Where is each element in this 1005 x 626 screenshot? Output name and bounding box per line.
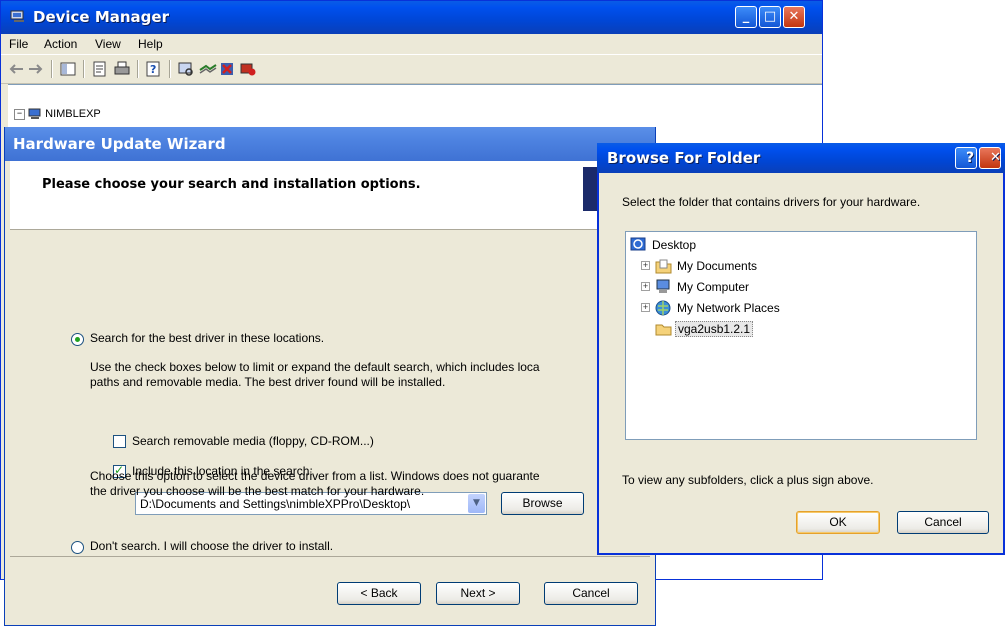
device-manager-icon xyxy=(10,10,24,22)
removable-media-label[interactable]: Search removable media (floppy, CD-ROM..… xyxy=(132,434,374,448)
browse-dialog-title: Browse For Folder xyxy=(607,149,761,167)
device-manager-title: Device Manager xyxy=(33,8,169,26)
show-hide-tree-icon[interactable] xyxy=(59,61,77,77)
collapse-icon[interactable]: − xyxy=(14,108,25,120)
browse-dialog-title-bar[interactable]: Browse For Folder ? ✕ xyxy=(597,143,1005,173)
browse-for-folder-dialog: Browse For Folder ? ✕ Select the folder … xyxy=(597,143,1005,555)
minimize-icon: _ xyxy=(742,9,750,24)
removable-media-checkbox[interactable] xyxy=(113,435,126,448)
search-option-desc-line1: Use the check boxes below to limit or ex… xyxy=(90,360,540,374)
my-documents-icon xyxy=(655,259,672,274)
desktop-icon xyxy=(630,237,646,251)
toolbar: ? xyxy=(1,55,822,84)
menu-help[interactable]: Help xyxy=(138,37,163,51)
folder-tree[interactable]: Desktop + My Documents + My Computer + M… xyxy=(625,231,977,440)
tree-item-label: My Computer xyxy=(677,280,750,294)
dont-search-label[interactable]: Don't search. I will choose the driver t… xyxy=(90,539,333,553)
my-computer-icon xyxy=(656,279,670,293)
forward-arrow-icon[interactable] xyxy=(27,61,45,77)
hardware-update-wizard: Hardware Update Wizard Please choose you… xyxy=(4,127,656,626)
tree-root-label: NIMBLEXP xyxy=(45,108,101,120)
menu-bar: File Action View Help xyxy=(1,34,822,55)
wizard-body: Search for the best driver in these loca… xyxy=(10,230,650,554)
menu-action[interactable]: Action xyxy=(44,37,77,51)
tree-item-label: My Documents xyxy=(677,259,758,273)
radio-selected-dot xyxy=(75,337,80,342)
back-arrow-icon[interactable] xyxy=(7,61,25,77)
uninstall-icon[interactable] xyxy=(219,61,237,77)
wizard-header: Please choose your search and installati… xyxy=(10,161,650,230)
help-button[interactable]: ? xyxy=(955,147,977,169)
help-icon[interactable]: ? xyxy=(145,61,163,77)
search-option-label[interactable]: Search for the best driver in these loca… xyxy=(90,331,324,345)
wizard-title: Hardware Update Wizard xyxy=(13,135,226,153)
close-button[interactable]: ✕ xyxy=(783,6,805,28)
menu-file[interactable]: File xyxy=(9,37,28,51)
close-icon: ✕ xyxy=(788,9,800,24)
ok-button[interactable]: OK xyxy=(796,511,880,534)
tree-item-root[interactable]: − NIMBLEXP xyxy=(14,108,101,120)
dont-search-desc-line2: the driver you choose will be the best m… xyxy=(90,484,425,498)
dialog-cancel-button[interactable]: Cancel xyxy=(897,511,989,534)
toolbar-separator xyxy=(137,60,139,78)
browse-dialog-hint: To view any subfolders, click a plus sig… xyxy=(622,473,874,487)
dialog-close-button[interactable]: ✕ xyxy=(979,147,1001,169)
expand-icon[interactable]: + xyxy=(641,282,650,291)
toolbar-separator xyxy=(169,60,171,78)
menu-view[interactable]: View xyxy=(95,37,121,51)
search-option-radio[interactable] xyxy=(71,333,84,346)
scan-hardware-icon[interactable] xyxy=(177,61,195,77)
tree-item-label: My Network Places xyxy=(677,301,780,315)
next-button[interactable]: Next > xyxy=(436,582,520,605)
back-button[interactable]: < Back xyxy=(337,582,421,605)
minimize-button[interactable]: _ xyxy=(735,6,757,28)
dropdown-arrow-icon[interactable]: ▼ xyxy=(468,494,485,513)
maximize-icon: □ xyxy=(763,9,777,24)
maximize-button[interactable]: □ xyxy=(759,6,781,28)
dont-search-radio[interactable] xyxy=(71,541,84,554)
browse-button[interactable]: Browse xyxy=(501,492,584,515)
browse-dialog-description: Select the folder that contains drivers … xyxy=(622,195,921,209)
wizard-title-bar[interactable]: Hardware Update Wizard xyxy=(5,127,655,161)
question-icon: ? xyxy=(966,150,975,166)
location-value: D:\Documents and Settings\nimbleXPPro\De… xyxy=(140,497,411,511)
toolbar-separator xyxy=(83,60,85,78)
wizard-heading: Please choose your search and installati… xyxy=(42,177,421,192)
disable-icon[interactable] xyxy=(239,61,257,77)
svg-text:?: ? xyxy=(150,63,156,76)
expand-icon[interactable]: + xyxy=(641,303,650,312)
tree-item-label: vga2usb1.2.1 xyxy=(675,321,754,337)
toolbar-separator xyxy=(51,60,53,78)
print-icon[interactable] xyxy=(113,61,131,77)
close-icon: ✕ xyxy=(990,150,1001,165)
wizard-footer: < Back Next > Cancel xyxy=(10,556,650,625)
folder-icon xyxy=(655,324,672,336)
tree-item-label: Desktop xyxy=(652,238,697,252)
properties-icon[interactable] xyxy=(91,61,109,77)
update-driver-icon[interactable] xyxy=(199,61,217,77)
device-manager-title-bar[interactable]: Device Manager _ □ ✕ xyxy=(1,1,822,34)
computer-icon xyxy=(28,108,41,120)
dont-search-desc-line1: Choose this option to select the device … xyxy=(90,469,540,483)
cancel-button[interactable]: Cancel xyxy=(544,582,638,605)
search-option-desc-line2: paths and removable media. The best driv… xyxy=(90,375,446,389)
expand-icon[interactable]: + xyxy=(641,261,650,270)
network-places-icon xyxy=(655,300,671,316)
